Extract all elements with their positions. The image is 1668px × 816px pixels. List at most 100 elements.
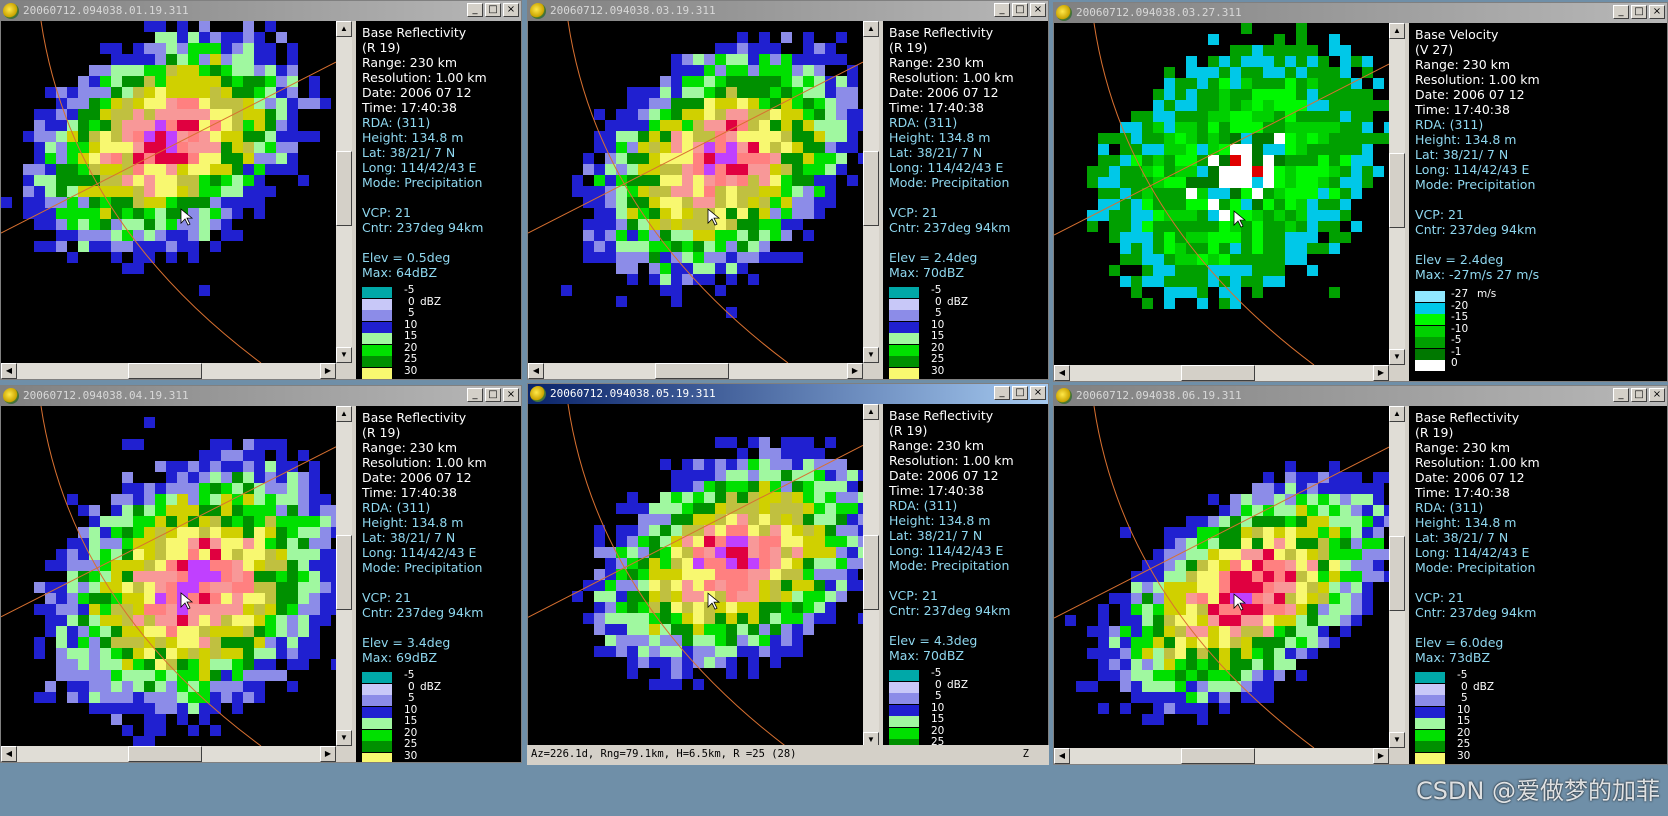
scroll-up-button[interactable]: ▲ — [863, 404, 879, 420]
radar-pixel — [320, 604, 331, 615]
maximize-button[interactable]: □ — [485, 388, 501, 402]
scroll-thumb[interactable] — [1389, 152, 1405, 229]
radar-window-1[interactable]: 20060712.094038.01.19.311 _ □ × ▲ ▼ ◀ ▶ Base Ref… — [0, 0, 522, 380]
title-bar[interactable]: 20060712.094038.01.19.311 _ □ × — [1, 1, 521, 21]
radar-pixel — [781, 492, 792, 503]
radar-map[interactable] — [528, 21, 863, 363]
radar-app-icon[interactable] — [530, 3, 546, 19]
scroll-down-button[interactable]: ▼ — [1389, 732, 1405, 748]
radar-map[interactable] — [1, 21, 336, 363]
vertical-scrollbar[interactable]: ▲ ▼ — [1389, 406, 1405, 748]
close-button[interactable]: × — [503, 388, 519, 402]
horizontal-scrollbar[interactable]: ◀▶ — [528, 363, 863, 379]
radar-pixel — [1318, 571, 1329, 582]
radar-map[interactable] — [1054, 23, 1389, 365]
radar-window-2[interactable]: 20060712.094038.03.19.311 _ □ × ▲ ▼ ◀ ▶ Base Ref… — [527, 0, 1049, 380]
maximize-button[interactable]: □ — [485, 3, 501, 17]
radar-map[interactable] — [1054, 406, 1389, 748]
radar-app-icon[interactable] — [3, 388, 19, 404]
scroll-left-button[interactable]: ◀ — [1, 363, 17, 379]
scroll-thumb[interactable] — [1389, 535, 1405, 612]
minimize-button[interactable]: _ — [467, 3, 483, 17]
horizontal-scrollbar[interactable]: ◀▶ — [1054, 748, 1389, 764]
radar-map[interactable] — [528, 404, 863, 748]
vertical-scrollbar[interactable]: ▲ ▼ — [863, 21, 879, 363]
radar-pixel — [276, 648, 287, 659]
close-button[interactable]: × — [1649, 5, 1665, 19]
legend-swatch — [1415, 337, 1445, 348]
maximize-button[interactable]: □ — [1631, 388, 1647, 402]
radar-map[interactable] — [1, 406, 336, 746]
legend-swatch — [362, 344, 392, 356]
radar-window-5[interactable]: 20060712.094038.05.19.311_□×▲▼◀▶Base Ref… — [527, 383, 1049, 765]
scroll-thumb[interactable] — [336, 150, 352, 227]
vertical-scrollbar[interactable]: ▲ ▼ — [1389, 23, 1405, 365]
horizontal-scrollbar[interactable]: ◀▶ — [1054, 365, 1389, 381]
radar-app-icon[interactable] — [3, 3, 19, 19]
scroll-down-button[interactable]: ▼ — [1389, 349, 1405, 365]
scroll-up-button[interactable]: ▲ — [336, 21, 352, 37]
vertical-scrollbar[interactable]: ▲ ▼ — [336, 406, 352, 746]
radar-pixel — [781, 153, 792, 164]
title-bar[interactable]: 20060712.094038.03.27.311 _ □ × — [1054, 3, 1667, 23]
maximize-button[interactable]: □ — [1012, 386, 1028, 400]
scroll-thumb[interactable] — [1181, 748, 1255, 764]
scroll-right-button[interactable]: ▶ — [1373, 748, 1389, 764]
horizontal-scrollbar[interactable]: ◀▶ — [1, 746, 336, 762]
close-button[interactable]: × — [503, 3, 519, 17]
radar-window-4[interactable]: 20060712.094038.04.19.311 _ □ × ▲ ▼ ◀ ▶ Base Ref… — [0, 385, 522, 763]
radar-pixel — [715, 98, 726, 109]
scroll-right-button[interactable]: ▶ — [320, 746, 336, 762]
scroll-right-button[interactable]: ▶ — [1373, 365, 1389, 381]
scroll-left-button[interactable]: ◀ — [1054, 748, 1070, 764]
title-bar[interactable]: 20060712.094038.04.19.311 _ □ × — [1, 386, 521, 406]
radar-window-6[interactable]: 20060712.094038.06.19.311 _ □ × ▲ ▼ ◀ ▶ Base Ref… — [1053, 385, 1668, 765]
radar-pixel — [67, 626, 78, 637]
scroll-left-button[interactable]: ◀ — [528, 363, 544, 379]
scroll-up-button[interactable]: ▲ — [863, 21, 879, 37]
radar-pixel — [232, 593, 243, 604]
minimize-button[interactable]: _ — [467, 388, 483, 402]
scroll-thumb[interactable] — [128, 746, 202, 762]
scroll-down-button[interactable]: ▼ — [336, 730, 352, 746]
radar-pixel — [1263, 276, 1274, 287]
scroll-left-button[interactable]: ◀ — [1054, 365, 1070, 381]
radar-pixel — [67, 252, 78, 263]
scroll-thumb[interactable] — [336, 535, 352, 610]
scroll-thumb[interactable] — [863, 534, 879, 611]
scroll-up-button[interactable]: ▲ — [1389, 406, 1405, 422]
minimize-button[interactable]: _ — [1613, 388, 1629, 402]
rda-text: RDA: (311) — [1415, 117, 1484, 132]
minimize-button[interactable]: _ — [1613, 5, 1629, 19]
vertical-scrollbar[interactable]: ▲ ▼ — [863, 404, 879, 748]
scroll-up-button[interactable]: ▲ — [1389, 23, 1405, 39]
scroll-left-button[interactable]: ◀ — [1, 746, 17, 762]
scroll-thumb[interactable] — [655, 363, 729, 379]
close-button[interactable]: × — [1030, 3, 1046, 17]
scroll-thumb[interactable] — [128, 363, 202, 379]
radar-pixel — [199, 593, 210, 604]
scroll-right-button[interactable]: ▶ — [320, 363, 336, 379]
scroll-down-button[interactable]: ▼ — [336, 347, 352, 363]
title-bar[interactable]: 20060712.094038.05.19.311 _ □ × — [528, 384, 1048, 404]
minimize-button[interactable]: _ — [994, 386, 1010, 400]
scroll-up-button[interactable]: ▲ — [336, 406, 352, 422]
maximize-button[interactable]: □ — [1012, 3, 1028, 17]
horizontal-scrollbar[interactable]: ◀▶ — [1, 363, 336, 379]
scroll-down-button[interactable]: ▼ — [863, 347, 879, 363]
scroll-thumb[interactable] — [863, 150, 879, 227]
scroll-right-button[interactable]: ▶ — [847, 363, 863, 379]
scroll-thumb[interactable] — [1181, 365, 1255, 381]
radar-pixel — [803, 569, 814, 580]
minimize-button[interactable]: _ — [994, 3, 1010, 17]
radar-app-icon[interactable] — [1056, 5, 1072, 21]
close-button[interactable]: × — [1649, 388, 1665, 402]
title-bar[interactable]: 20060712.094038.06.19.311 _ □ × — [1054, 386, 1667, 406]
maximize-button[interactable]: □ — [1631, 5, 1647, 19]
close-button[interactable]: × — [1030, 386, 1046, 400]
vertical-scrollbar[interactable]: ▲ ▼ — [336, 21, 352, 363]
radar-window-3[interactable]: 20060712.094038.03.27.311 _ □ × ▲ ▼ ◀ ▶ Base Vel… — [1053, 2, 1668, 382]
radar-app-icon[interactable] — [530, 386, 546, 402]
title-bar[interactable]: 20060712.094038.03.19.311 _ □ × — [528, 1, 1048, 21]
radar-app-icon[interactable] — [1056, 388, 1072, 404]
